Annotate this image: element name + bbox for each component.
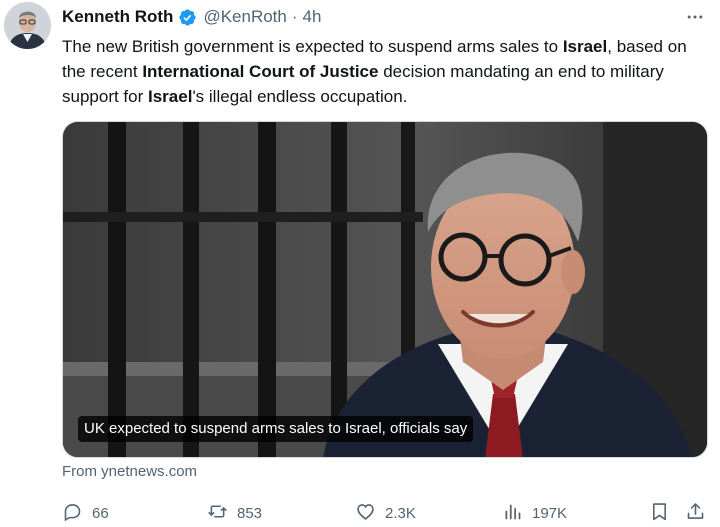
like-count: 2.3K: [385, 504, 416, 522]
reply-icon: [62, 501, 83, 526]
card-source[interactable]: From ynetnews.com: [62, 463, 197, 480]
bookmark-button[interactable]: [649, 500, 670, 526]
repost-count: 853: [237, 504, 263, 522]
tweet-text-run: The new British government is expected t…: [62, 37, 563, 56]
card-caption: UK expected to suspend arms sales to Isr…: [78, 416, 474, 442]
tweet-timestamp[interactable]: 4h: [303, 7, 322, 27]
reply-button[interactable]: 66: [62, 500, 109, 526]
share-button[interactable]: [685, 500, 706, 526]
author-name[interactable]: Kenneth Roth: [62, 7, 173, 27]
view-count: 197K: [532, 504, 568, 522]
action-bar: 66 853 2.3K 197K: [62, 500, 712, 526]
tweet-text-bold-run: Israel: [562, 37, 608, 56]
avatar[interactable]: [4, 2, 51, 49]
tweet-text: The new British government is expected t…: [62, 34, 712, 109]
more-options-icon[interactable]: [680, 5, 710, 29]
share-icon: [685, 501, 706, 526]
tweet-text-bold-run: International Court of Justice: [142, 62, 379, 81]
header-separator: ·: [291, 7, 298, 26]
tweet-text-bold-run: Israel: [148, 87, 193, 106]
verified-badge-icon: [178, 8, 197, 27]
repost-icon: [207, 501, 228, 526]
author-handle[interactable]: @KenRoth: [203, 7, 286, 27]
like-button[interactable]: 2.3K: [355, 500, 416, 526]
tweet-header: Kenneth Roth @KenRoth · 4h: [62, 5, 720, 29]
tweet-text-run: 's illegal endless occupation.: [192, 87, 408, 106]
bookmark-icon: [649, 501, 670, 526]
analytics-icon: [502, 501, 523, 526]
article-photo: [63, 122, 707, 457]
views-button[interactable]: 197K: [502, 500, 567, 526]
heart-icon: [355, 501, 376, 526]
repost-button[interactable]: 853: [207, 500, 262, 526]
link-card-image[interactable]: UK expected to suspend arms sales to Isr…: [62, 121, 708, 458]
reply-count: 66: [92, 504, 109, 522]
